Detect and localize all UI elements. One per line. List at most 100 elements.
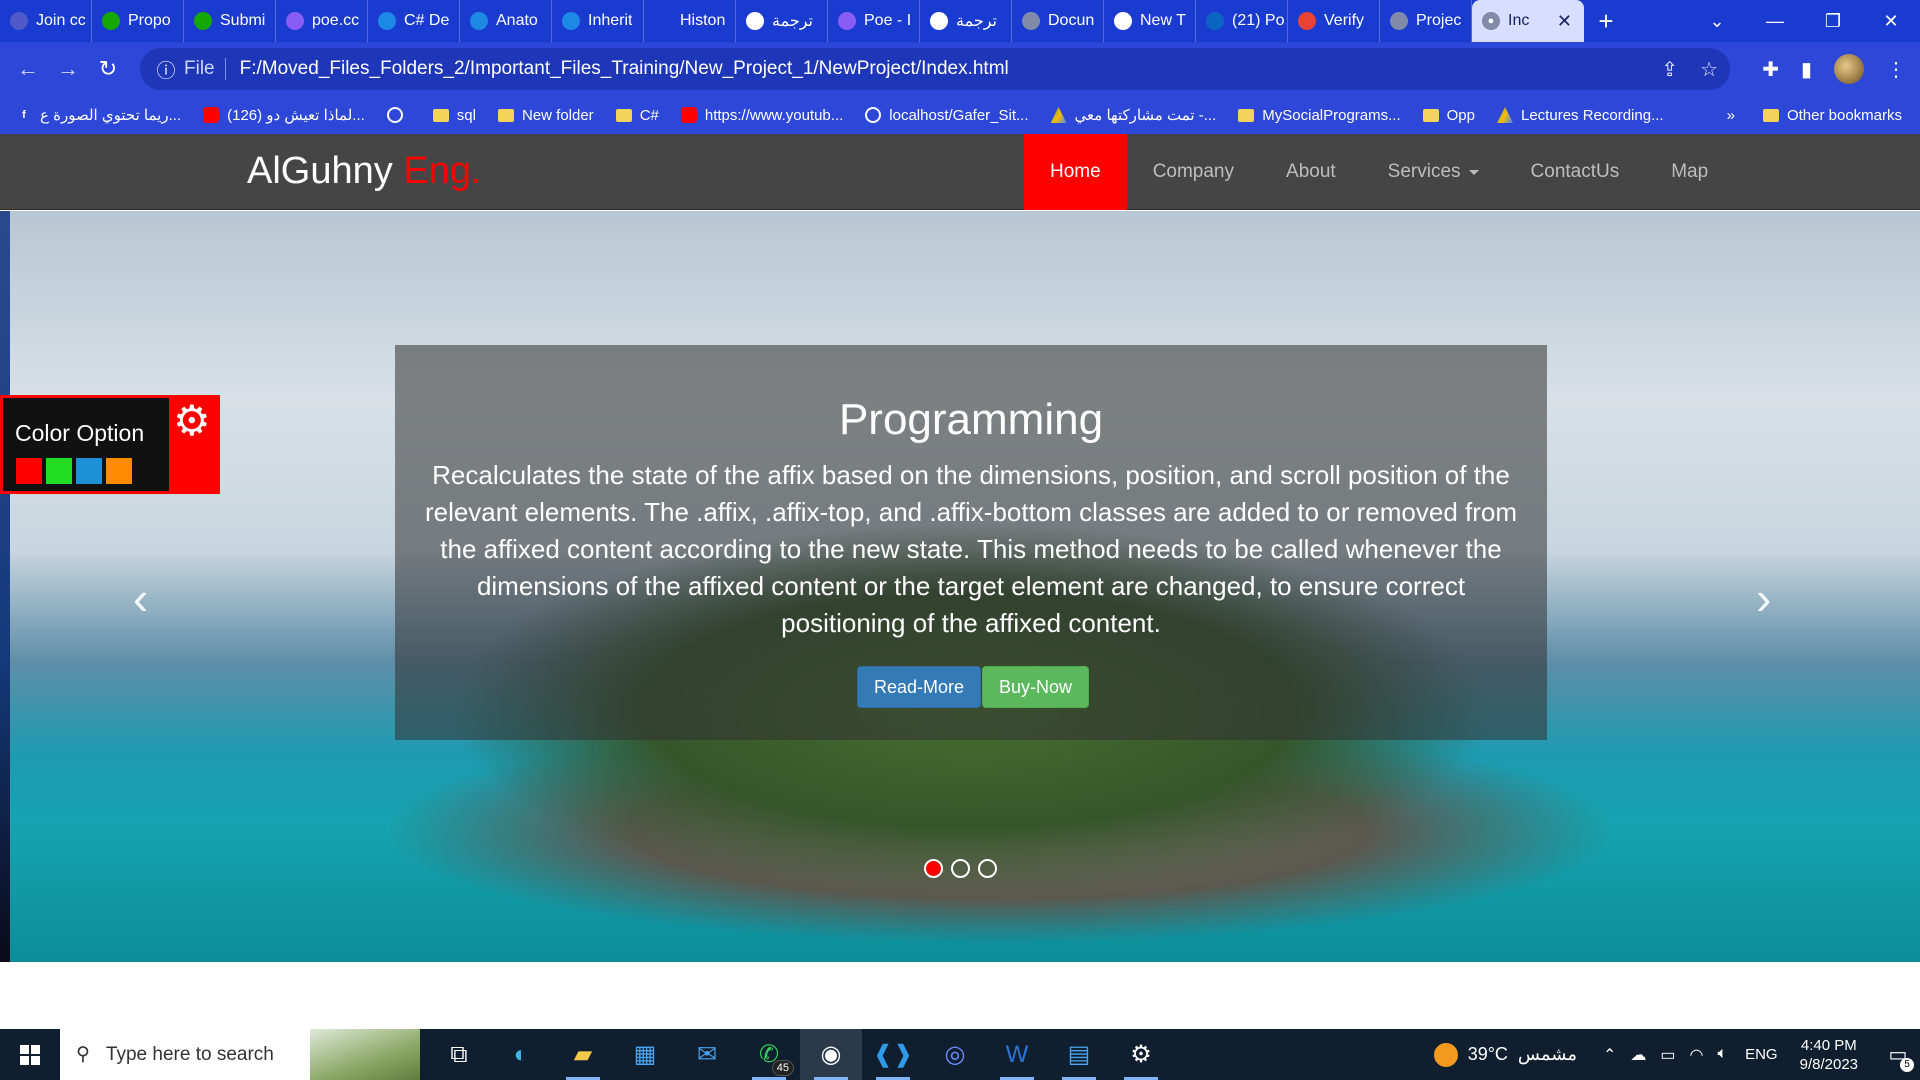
cortana-icon[interactable]: ◎ [924,1029,986,1080]
bookmark-item[interactable]: f ريما تحتوي الصورة ع... [16,106,181,124]
share-icon[interactable]: ⇪ [1661,57,1678,82]
system-clock[interactable]: 4:40 PM 9/8/2023 [1800,1036,1858,1074]
battery-icon[interactable]: ▭ [1660,1045,1675,1065]
color-option-toggle[interactable]: ⚙ [169,398,217,494]
new-tab-button[interactable]: + [1584,0,1628,42]
nav-company[interactable]: Company [1127,134,1260,210]
other-bookmarks[interactable]: Other bookmarks [1762,107,1902,124]
bookmark-item[interactable] [386,107,411,123]
browser-tab[interactable]: Join cc [0,0,92,42]
bookmark-item[interactable]: تمت مشاركتها معي -... [1050,106,1216,124]
weather-widget[interactable]: 39°C مشمس [1433,1042,1577,1067]
site-brand[interactable]: AlGuhny Eng. [247,150,481,193]
bookmark-star-icon[interactable]: ☆ [1700,57,1718,82]
brand-accent: Eng. [403,150,482,192]
browser-tab-active[interactable]: ● Inc ✕ [1472,0,1584,42]
notification-center-icon[interactable]: ▭ 5 [1876,1029,1920,1080]
carousel-indicator-dot[interactable] [924,859,943,878]
browser-tab[interactable]: poe.cc [276,0,368,42]
nav-label: Home [1050,161,1101,182]
browser-tab[interactable]: C# De [368,0,460,42]
browser-tab[interactable]: ترجمة [920,0,1012,42]
browser-tab[interactable]: ترجمة [736,0,828,42]
tab-title: poe.cc [312,12,360,29]
taskbar-search[interactable]: ⚲ Type here to search [60,1029,420,1080]
weather-text: مشمس [1517,1044,1577,1064]
store-icon[interactable]: ▦ [614,1029,676,1080]
browser-tab-strip: Join cc Propo Submi poe.cc C# De Anato Inherit… [0,0,1920,42]
bookmark-item[interactable]: Lectures Recording... [1497,107,1664,124]
carousel-indicator-dot[interactable] [951,859,970,878]
bookmark-item[interactable]: (126) لماذا تعيش دو... [203,106,365,124]
minimize-button[interactable]: — [1746,0,1804,42]
browser-tab[interactable]: (21) Po [1196,0,1288,42]
bookmark-item[interactable]: Opp [1422,107,1475,124]
nav-map[interactable]: Map [1645,134,1734,210]
color-swatch[interactable] [46,458,72,484]
chrome-icon[interactable]: ◉ [800,1029,862,1080]
back-arrow-icon[interactable]: ← [8,49,48,89]
bookmark-item[interactable]: https://www.youtub... [680,107,843,124]
browser-tab[interactable]: Anato [460,0,552,42]
whatsapp-icon[interactable]: ✆ 45 [738,1029,800,1080]
profile-avatar[interactable] [1834,54,1864,84]
carousel-indicator-dot[interactable] [978,859,997,878]
menu-kebab-icon[interactable]: ⋮ [1886,57,1906,82]
browser-tab[interactable]: Docun [1012,0,1104,42]
settings-gear-icon[interactable]: ⚙ [1110,1029,1172,1080]
bookmark-item[interactable]: C# [615,107,659,124]
language-indicator[interactable]: ENG [1745,1046,1778,1063]
edge-icon[interactable]: ◐ [490,1029,552,1080]
reload-icon[interactable]: ↻ [88,49,128,89]
buy-now-button[interactable]: Buy-Now [982,666,1090,708]
close-window-button[interactable]: ✕ [1862,0,1920,42]
address-bar[interactable]: ⓘ File F:/Moved_Files_Folders_2/Importan… [140,48,1730,90]
start-button[interactable] [0,1029,60,1080]
onedrive-cloud-icon[interactable]: ☁ [1630,1045,1646,1065]
vscode-icon[interactable]: ❰❱ [862,1029,924,1080]
color-swatch[interactable] [106,458,132,484]
task-view-icon[interactable]: ⧉ [428,1029,490,1080]
read-more-button[interactable]: Read-More [857,666,982,708]
info-icon[interactable]: ⓘ [148,56,184,83]
notepad-icon[interactable]: ▤ [1048,1029,1110,1080]
nav-about[interactable]: About [1260,134,1362,210]
mail-icon[interactable]: ✉ [676,1029,738,1080]
color-swatch[interactable] [76,458,102,484]
wifi-icon[interactable]: ◠ [1690,1045,1704,1065]
color-swatch[interactable] [16,458,42,484]
nav-services[interactable]: Services [1362,134,1505,210]
address-url[interactable]: F:/Moved_Files_Folders_2/Important_Files… [240,58,1009,80]
browser-tab[interactable]: Poe - I [828,0,920,42]
show-hidden-icons-icon[interactable]: ⌃ [1603,1045,1616,1065]
bookmark-item[interactable]: localhost/Gafer_Sit... [865,107,1029,124]
bookmarks-overflow-icon[interactable]: » [1727,107,1735,124]
poe-icon [286,12,304,30]
browser-tab[interactable]: Verify [1288,0,1380,42]
carousel-next-icon[interactable]: › [1756,571,1771,625]
forward-arrow-icon[interactable]: → [48,49,88,89]
browser-tab[interactable]: Projec [1380,0,1472,42]
browser-tab[interactable]: Submi [184,0,276,42]
browser-tab[interactable]: Histon [644,0,736,42]
nav-contactus[interactable]: ContactUs [1505,134,1646,210]
carousel-prev-icon[interactable]: ‹ [133,571,148,625]
nav-home[interactable]: Home [1024,134,1127,210]
browser-tab[interactable]: Inherit [552,0,644,42]
browser-tab[interactable]: Propo [92,0,184,42]
extensions-puzzle-icon[interactable]: ✚ [1762,57,1779,82]
volume-icon[interactable]: 🔈︎ [1717,1045,1727,1065]
browser-tab[interactable]: New T [1104,0,1196,42]
close-tab-icon[interactable]: ✕ [1557,11,1572,32]
bookmark-item[interactable]: sql [432,107,476,124]
word-icon[interactable]: W [986,1029,1048,1080]
file-explorer-icon[interactable]: ▰ [552,1029,614,1080]
bookmark-item[interactable]: New folder [497,107,594,124]
gear-icon[interactable]: ⚙ [173,400,211,442]
bookmark-item[interactable]: MySocialPrograms... [1238,107,1401,124]
tab-search-icon[interactable]: ⌄ [1688,0,1746,42]
side-panel-icon[interactable]: ▮ [1801,57,1812,82]
restore-button[interactable]: ❐ [1804,0,1862,42]
tab-title: Projec [1416,12,1462,29]
youtube-icon [680,107,697,123]
